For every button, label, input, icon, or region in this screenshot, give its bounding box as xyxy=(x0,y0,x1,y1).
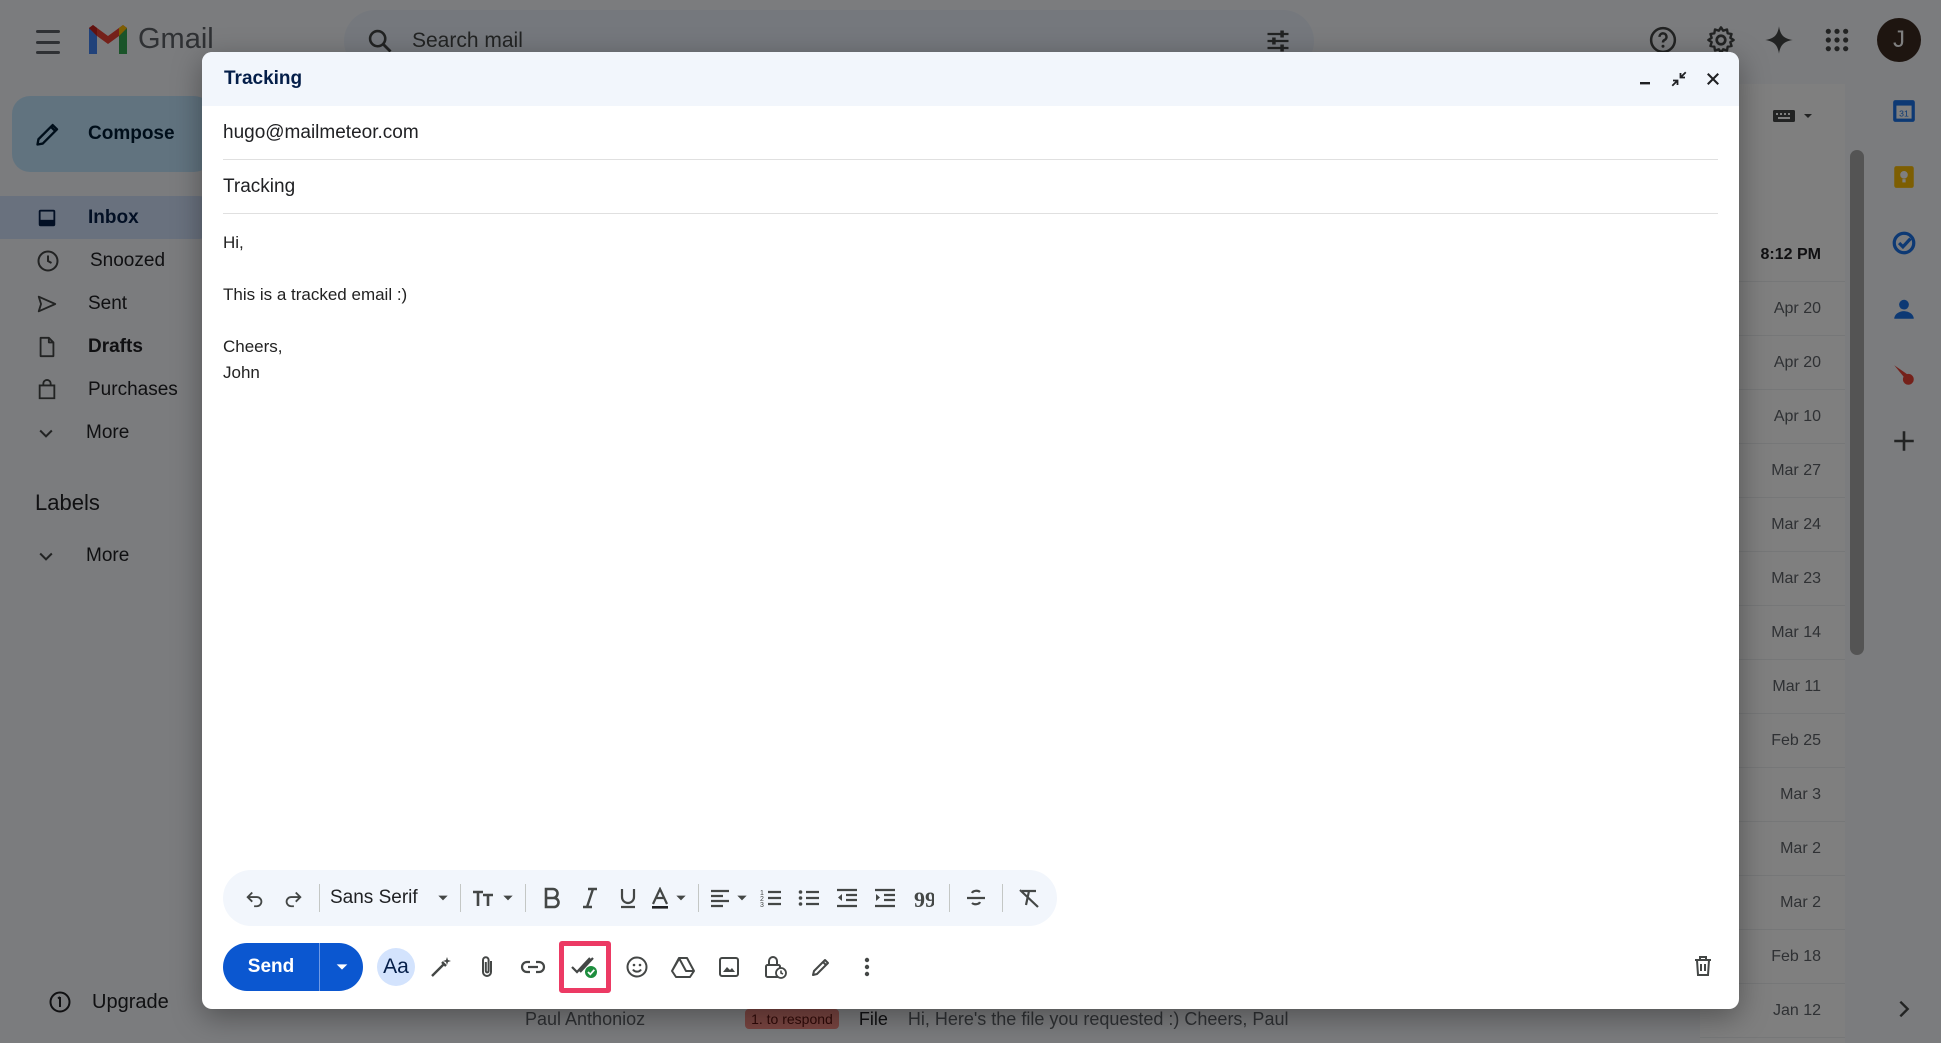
numbered-list-icon[interactable]: 123 xyxy=(755,880,787,916)
compose-header[interactable]: Tracking xyxy=(202,52,1739,106)
text-color-icon xyxy=(651,887,668,909)
send-button-group: Send xyxy=(223,943,363,991)
caret-down-icon xyxy=(336,964,347,970)
bulleted-list-icon[interactable] xyxy=(793,880,825,916)
to-field[interactable]: hugo@mailmeteor.com xyxy=(223,106,1718,160)
emoji-icon[interactable] xyxy=(617,947,657,987)
toolbar-divider xyxy=(697,884,699,912)
quote-icon[interactable]: 99 xyxy=(907,880,939,916)
compose-title: Tracking xyxy=(224,68,303,89)
send-button[interactable]: Send xyxy=(223,943,319,991)
toolbar-divider xyxy=(319,884,320,912)
italic-icon[interactable] xyxy=(574,880,606,916)
svg-text:99: 99 xyxy=(914,887,934,909)
confidential-mode-icon[interactable] xyxy=(755,947,795,987)
formatting-toolbar: Sans Serif 123 99 xyxy=(223,870,1057,926)
undo-icon[interactable] xyxy=(239,880,271,916)
align-left-icon xyxy=(710,889,729,908)
insert-photo-icon[interactable] xyxy=(709,947,749,987)
subject-field[interactable]: Tracking xyxy=(223,160,1718,214)
body-line xyxy=(223,256,1718,282)
google-drive-icon[interactable] xyxy=(663,947,703,987)
body-line: Cheers, xyxy=(223,337,283,356)
strikethrough-icon[interactable] xyxy=(960,880,992,916)
formatting-options-button[interactable]: Aa xyxy=(377,948,415,986)
underline-icon[interactable] xyxy=(612,880,644,916)
toolbar-divider xyxy=(459,884,461,912)
close-icon[interactable] xyxy=(1701,67,1725,91)
toolbar-divider xyxy=(524,884,526,912)
more-options-icon[interactable] xyxy=(847,947,887,987)
caret-down-icon xyxy=(502,895,513,901)
signature-pen-icon[interactable] xyxy=(801,947,841,987)
message-body[interactable]: Hi, This is a tracked email :) Cheers, J… xyxy=(202,214,1739,402)
caret-down-icon xyxy=(736,895,747,901)
align-select[interactable] xyxy=(709,880,749,916)
bold-icon[interactable] xyxy=(536,880,568,916)
attach-file-icon[interactable] xyxy=(467,947,507,987)
toolbar-divider xyxy=(1001,884,1003,912)
insert-link-icon[interactable] xyxy=(513,947,553,987)
tracking-checkmark-icon xyxy=(571,957,597,978)
compose-window-controls xyxy=(1633,67,1725,91)
magic-wand-icon[interactable] xyxy=(421,947,461,987)
send-options-button[interactable] xyxy=(319,943,363,991)
font-size-select[interactable] xyxy=(471,880,515,916)
recipient-value[interactable]: hugo@mailmeteor.com xyxy=(223,122,419,144)
body-line: This is a tracked email :) xyxy=(223,285,408,304)
compose-actions-bar: Send Aa xyxy=(223,941,1723,993)
font-family-value: Sans Serif xyxy=(330,887,418,908)
text-color-select[interactable] xyxy=(650,880,688,916)
email-tracking-toggle[interactable] xyxy=(559,941,611,993)
redo-icon[interactable] xyxy=(277,880,309,916)
compose-dialog: Tracking hugo@mailmeteor.com Tracking Hi… xyxy=(202,52,1739,1009)
text-size-icon xyxy=(472,890,493,906)
body-line: Hi, xyxy=(223,233,244,252)
remove-formatting-icon[interactable] xyxy=(1013,880,1045,916)
minimize-icon[interactable] xyxy=(1633,67,1657,91)
caret-down-icon xyxy=(437,895,448,901)
toolbar-divider xyxy=(948,884,950,912)
discard-draft-icon[interactable] xyxy=(1683,946,1723,986)
font-family-select[interactable]: Sans Serif xyxy=(330,880,450,916)
subject-value[interactable]: Tracking xyxy=(223,176,295,198)
svg-text:3: 3 xyxy=(760,902,764,909)
exit-fullscreen-icon[interactable] xyxy=(1667,67,1691,91)
indent-less-icon[interactable] xyxy=(831,880,863,916)
body-line: John xyxy=(223,363,260,382)
caret-down-icon xyxy=(675,895,686,901)
indent-more-icon[interactable] xyxy=(869,880,901,916)
body-line xyxy=(223,308,1718,334)
